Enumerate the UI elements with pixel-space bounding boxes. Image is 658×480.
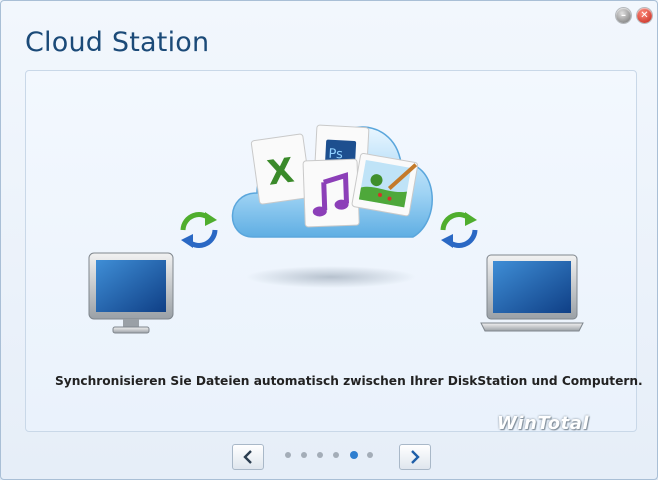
minimize-button[interactable]: – (616, 8, 631, 23)
close-icon: ✕ (640, 9, 649, 21)
desktop-monitor (88, 252, 174, 334)
window-title: Cloud Station (25, 27, 210, 58)
music-file-icon (302, 158, 360, 228)
excel-file-icon: X (250, 133, 312, 205)
page-dot[interactable] (301, 452, 307, 458)
sync-arrows-icon (180, 212, 218, 248)
cloud-illustration: X Ps (231, 124, 433, 288)
laptop-icon (480, 254, 584, 332)
description-text: Synchronisieren Sie Dateien automatisch … (55, 374, 643, 388)
page-dot[interactable] (285, 452, 291, 458)
laptop (480, 254, 584, 332)
previous-button[interactable] (232, 444, 264, 470)
sync-arrows-left (180, 212, 218, 248)
close-button[interactable]: ✕ (637, 8, 652, 23)
chevron-left-icon (243, 450, 252, 464)
watermark-logo: WinTotal (497, 413, 590, 434)
next-button[interactable] (399, 444, 431, 470)
page-dot-active[interactable] (350, 451, 358, 459)
chevron-right-icon (411, 450, 420, 464)
cloud-shadow (246, 266, 416, 288)
svg-text:X: X (265, 151, 297, 194)
cloud-station-window: – ✕ Cloud Station X Ps Synchronisieren S… (0, 0, 658, 480)
desktop-monitor-icon (88, 252, 174, 334)
sync-arrows-right (440, 212, 478, 248)
minimize-icon: – (621, 9, 626, 21)
page-dot[interactable] (317, 452, 323, 458)
image-file-icon (351, 152, 419, 217)
page-dot[interactable] (333, 452, 339, 458)
sync-arrows-icon (440, 212, 478, 248)
page-dot[interactable] (367, 452, 373, 458)
